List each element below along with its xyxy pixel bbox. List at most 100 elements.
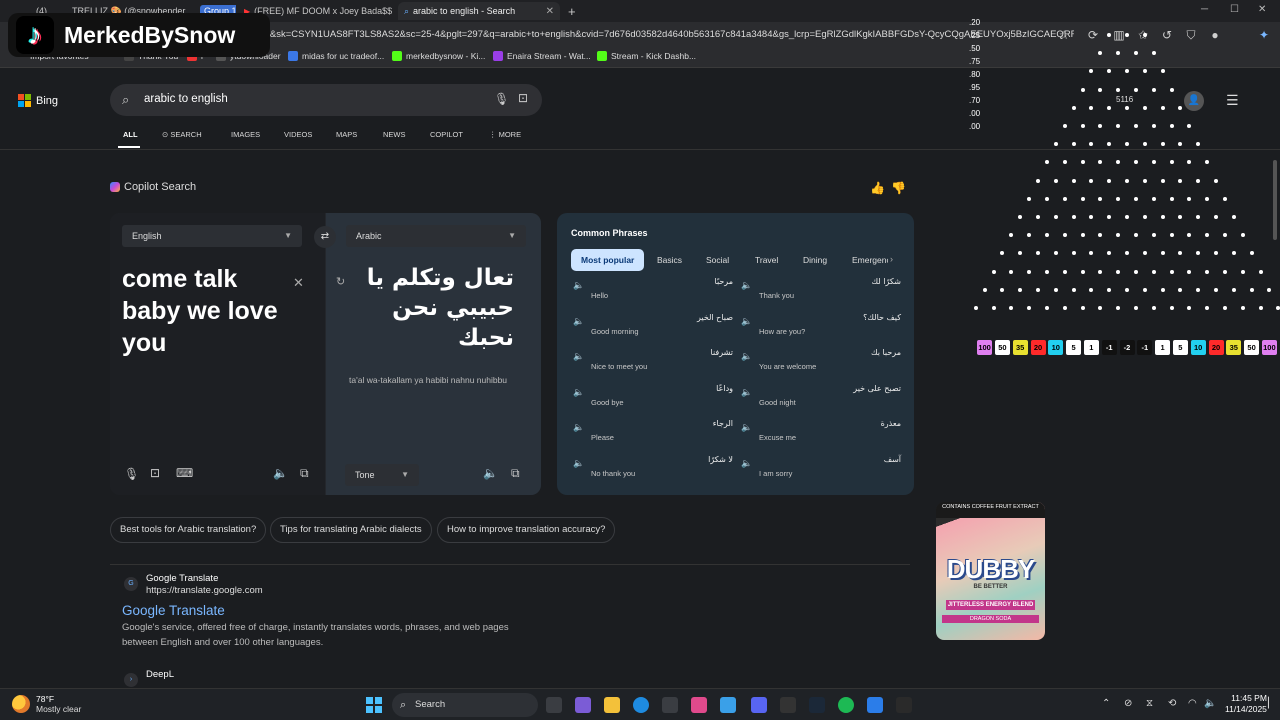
wifi-icon[interactable]: ◠	[1188, 698, 1197, 709]
suggestion-chip[interactable]: How to improve translation accuracy?	[437, 517, 616, 543]
bookmark-kick[interactable]: Stream - Kick Dashb...	[597, 51, 696, 61]
close-window-icon[interactable]: ✕	[1258, 4, 1266, 15]
speaker-icon[interactable]: 🔈	[573, 351, 584, 362]
clear-icon[interactable]: ✕	[293, 275, 304, 291]
speaker-icon[interactable]: 🔈	[573, 316, 584, 327]
speaker-icon[interactable]: 🔈	[741, 351, 752, 362]
bookmark-enaira[interactable]: Enaira Stream - Wat...	[493, 51, 591, 61]
swap-languages-button[interactable]: ⇄	[314, 226, 336, 248]
maximize-icon[interactable]: ☐	[1230, 4, 1239, 15]
visual-search-icon[interactable]: ⊡	[518, 91, 528, 105]
phrase-item[interactable]: 🔈 شكرًا لك Thank you	[741, 277, 901, 307]
bing-logo[interactable]: Bing	[18, 94, 58, 107]
copy-icon[interactable]: ⧉	[511, 466, 520, 481]
task-view-icon[interactable]	[546, 697, 562, 713]
chevron-up-icon[interactable]: ⌃	[1102, 698, 1110, 709]
tray-app-icon[interactable]: ⧖	[1146, 698, 1153, 709]
speaker-icon[interactable]: 🔈	[573, 387, 584, 398]
notepad-icon[interactable]	[867, 697, 883, 713]
tab-all[interactable]: ALL	[123, 130, 138, 139]
microphone-icon[interactable]: 🎙	[494, 92, 509, 106]
volume-icon[interactable]: 🔈	[1204, 698, 1216, 709]
spotify-icon[interactable]	[838, 697, 854, 713]
file-explorer-icon[interactable]	[604, 697, 620, 713]
thumbs-down-icon[interactable]: 👎	[891, 181, 906, 195]
suggestion-chip[interactable]: Tips for translating Arabic dialects	[270, 517, 432, 543]
tab-search[interactable]: ⊙ SEARCH	[162, 130, 202, 139]
app-icon[interactable]	[691, 697, 707, 713]
speaker-icon[interactable]: 🔈	[741, 422, 752, 433]
source-text[interactable]: come talk baby we love you	[122, 263, 292, 359]
speaker-icon[interactable]: 🔈	[741, 458, 752, 469]
phrase-item[interactable]: 🔈 تشرفنا Nice to meet you	[573, 348, 733, 378]
taskbar-search[interactable]: ⌕ Search	[392, 693, 538, 717]
teams-icon[interactable]	[575, 697, 591, 713]
phrase-item[interactable]: 🔈 معذرة Excuse me	[741, 419, 901, 449]
notification-icon[interactable]: ▏	[1268, 698, 1276, 709]
edge-icon[interactable]	[633, 697, 649, 713]
suggestion-chip[interactable]: Best tools for Arabic translation?	[110, 517, 267, 543]
copy-icon[interactable]: ⧉	[300, 466, 309, 481]
store-icon[interactable]	[662, 697, 678, 713]
url-field[interactable]: ...&sk=CSYN1UAS8FT3LS8AS2&sc=25-4&pglt=2…	[262, 26, 1074, 44]
category-social[interactable]: Social	[696, 249, 739, 271]
phrase-item[interactable]: 🔈 مرحبا بك You are welcome	[741, 348, 901, 378]
camera-icon[interactable]: ⊡	[150, 466, 160, 480]
tone-select[interactable]: Tone ▼	[345, 464, 419, 486]
tab-videos[interactable]: VIDEOS	[284, 130, 312, 139]
obs-icon[interactable]	[780, 697, 796, 713]
phrase-item[interactable]: 🔈 صباح الخير Good morning	[573, 313, 733, 343]
phrase-item[interactable]: 🔈 كيف حالك؟ How are you?	[741, 313, 901, 343]
speaker-icon[interactable]: 🔈	[483, 466, 498, 480]
epic-games-icon[interactable]	[896, 697, 912, 713]
result-url[interactable]: https://translate.google.com	[146, 585, 263, 596]
search-box[interactable]: ⌕ arabic to english 🎙 ⊡	[110, 84, 542, 116]
category-most-popular[interactable]: Most popular	[571, 249, 645, 271]
tab-news[interactable]: NEWS	[383, 130, 406, 139]
speaker-icon[interactable]: 🔈	[741, 387, 752, 398]
target-language-select[interactable]: Arabic ▼	[346, 225, 526, 247]
category-basics[interactable]: Basics	[647, 249, 692, 271]
copilot-app-icon[interactable]	[720, 697, 736, 713]
tab-maps[interactable]: MAPS	[336, 130, 357, 139]
phrase-item[interactable]: 🔈 الرجاء Please	[573, 419, 733, 449]
phrase-item[interactable]: 🔈 مرحبًا Hello	[573, 277, 733, 307]
microphone-icon[interactable]: 🎙	[124, 467, 139, 481]
search-input[interactable]: arabic to english	[144, 93, 228, 105]
steam-icon[interactable]	[809, 697, 825, 713]
speaker-icon[interactable]: 🔈	[573, 280, 584, 291]
tray-app-icon[interactable]: ⊘	[1124, 698, 1132, 709]
new-tab-button[interactable]: +	[562, 2, 580, 20]
system-clock[interactable]: 11:45 PM 11/14/2025	[1225, 693, 1267, 715]
category-dining[interactable]: Dining	[793, 249, 837, 271]
category-emergency[interactable]: Emergency	[842, 249, 888, 271]
speaker-icon[interactable]: 🔈	[741, 280, 752, 291]
phrase-item[interactable]: 🔈 وداعًا Good bye	[573, 384, 733, 414]
bookmark-merkedbysnow[interactable]: merkedbysnow - Ki...	[392, 51, 485, 61]
speaker-icon[interactable]: 🔈	[573, 458, 584, 469]
tab-copilot[interactable]: COPILOT	[430, 130, 463, 139]
phrase-item[interactable]: 🔈 آسف I am sorry	[741, 455, 901, 485]
plinko-peg	[991, 269, 996, 274]
category-travel[interactable]: Travel	[745, 249, 788, 271]
tab-more[interactable]: ⋮ MORE	[489, 130, 521, 139]
tab-images[interactable]: IMAGES	[231, 130, 260, 139]
speaker-icon[interactable]: 🔈	[273, 466, 288, 480]
bookmark-midas[interactable]: midas for uc tradeof...	[288, 51, 384, 61]
minimize-icon[interactable]: ─	[1201, 4, 1208, 15]
chevron-right-icon[interactable]: ›	[890, 254, 893, 264]
close-icon[interactable]: ✕	[546, 6, 554, 17]
keyboard-icon[interactable]: ⌨	[176, 466, 193, 480]
thumbs-up-icon[interactable]: 👍	[870, 181, 885, 195]
tray-app-icon[interactable]: ⟲	[1168, 698, 1176, 709]
weather-widget[interactable]: 78°F Mostly clear	[12, 694, 81, 714]
speaker-icon[interactable]: 🔈	[741, 316, 752, 327]
result-title-link[interactable]: Google Translate	[122, 603, 225, 618]
phrase-item[interactable]: 🔈 تصبح على خير Good night	[741, 384, 901, 414]
tab-bing-search[interactable]: ⌕ arabic to english - Search ✕	[398, 2, 560, 20]
windows-start-icon[interactable]	[366, 697, 382, 713]
source-language-select[interactable]: English ▼	[122, 225, 302, 247]
phrase-item[interactable]: 🔈 لا شكرًا No thank you	[573, 455, 733, 485]
discord-icon[interactable]	[751, 697, 767, 713]
speaker-icon[interactable]: 🔈	[573, 422, 584, 433]
